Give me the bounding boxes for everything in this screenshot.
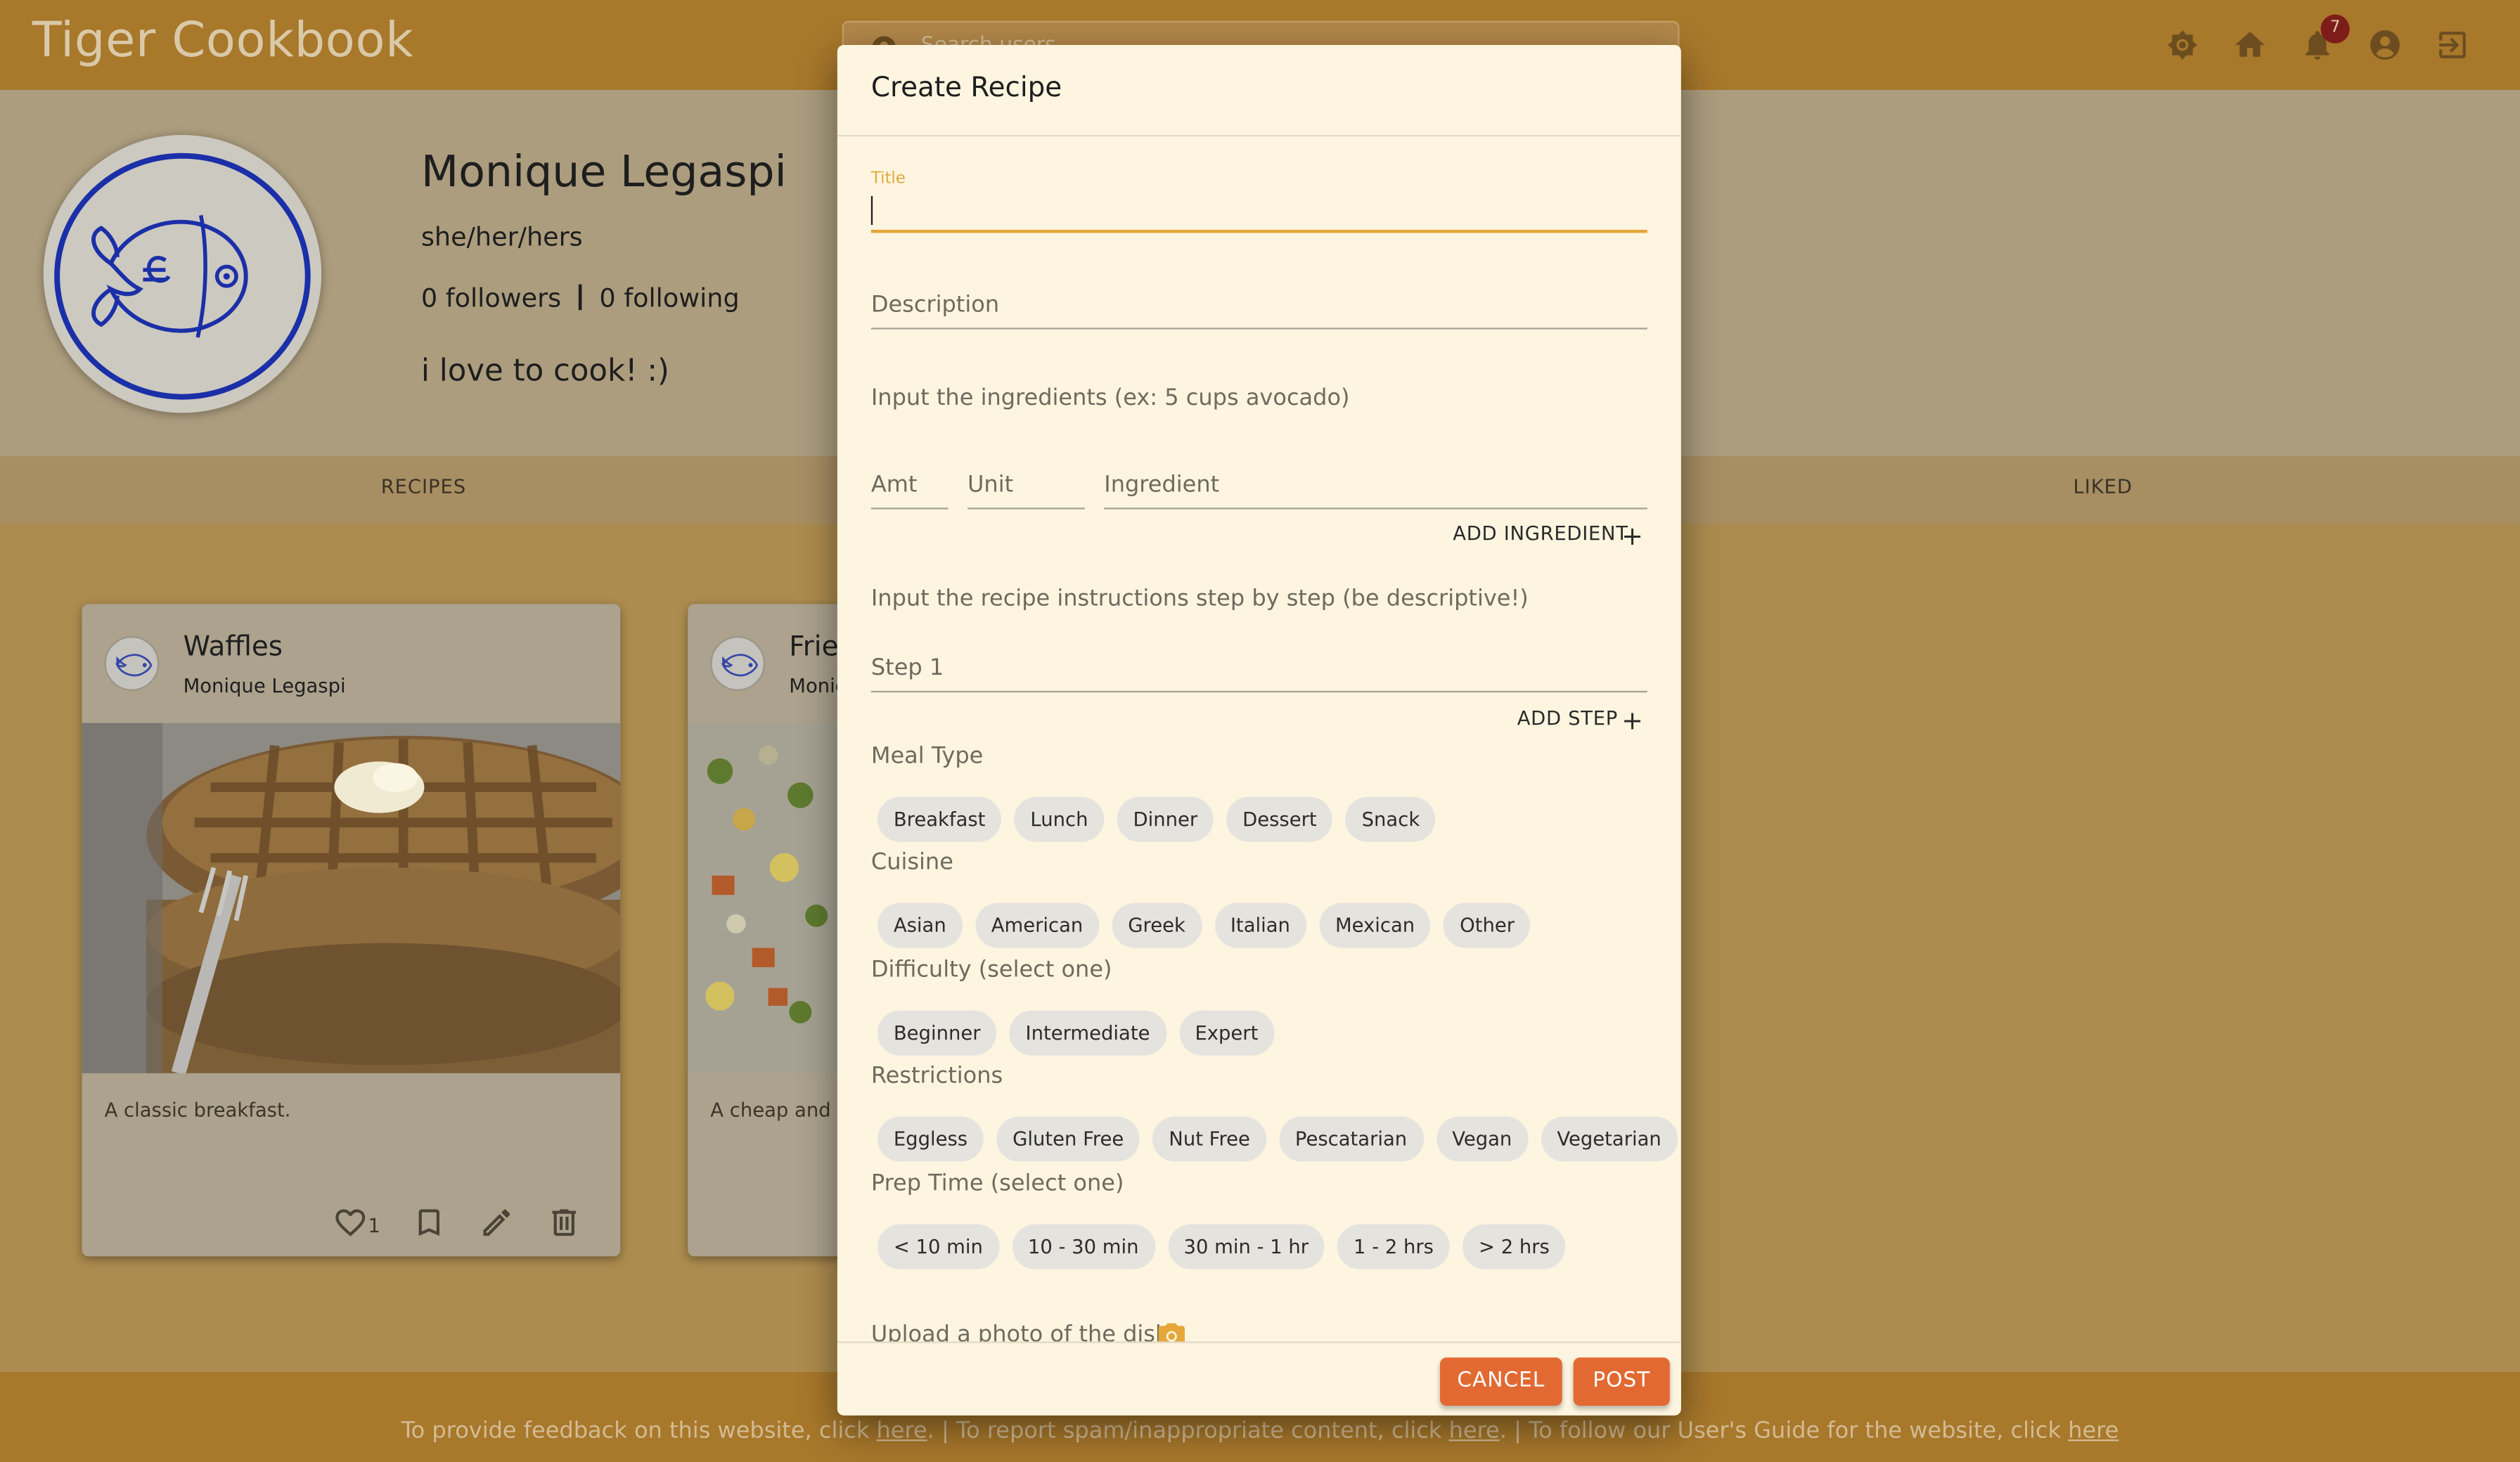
post-button[interactable]: POST [1573, 1357, 1670, 1406]
home-icon[interactable] [2232, 27, 2268, 63]
description-input[interactable]: Description [871, 292, 999, 318]
chip-1-2-hrs[interactable]: 1 - 2 hrs [1337, 1224, 1450, 1269]
bookmark-icon[interactable] [411, 1205, 446, 1240]
prep-time-label: Prep Time (select one) [870, 1171, 1124, 1197]
footer-feedback-text: To provide feedback on this website, cli… [401, 1418, 877, 1444]
footer-text: To provide feedback on this website, cli… [0, 1418, 2520, 1444]
chip-snack[interactable]: Snack [1345, 796, 1436, 842]
title-field-label: Title [870, 170, 906, 188]
chip-10-30-min[interactable]: 10 - 30 min [1012, 1224, 1155, 1269]
profile-bio: i love to cook! :) [420, 353, 669, 389]
dialog-title: Create Recipe [870, 72, 1062, 105]
cancel-button[interactable]: CANCEL [1439, 1357, 1562, 1406]
author-avatar [104, 636, 160, 691]
tab-liked[interactable]: LIKED [2074, 476, 2133, 498]
feedback-link[interactable]: here [877, 1418, 927, 1444]
step-underline [870, 690, 1647, 693]
notification-badge: 7 [2320, 14, 2350, 44]
following-count[interactable]: 0 following [599, 283, 739, 313]
recipe-card[interactable]: Waffles Monique Legaspi A classic breakf… [82, 604, 621, 1257]
app-title[interactable]: Tiger Cookbook [32, 13, 414, 69]
chip-over-2-hrs[interactable]: > 2 hrs [1462, 1224, 1566, 1269]
chip-mexican[interactable]: Mexican [1319, 903, 1432, 948]
guide-link[interactable]: here [2068, 1418, 2119, 1444]
tab-recipes[interactable]: RECIPES [381, 476, 466, 498]
waffles-image [82, 723, 621, 1073]
chip-eggless[interactable]: Eggless [877, 1116, 984, 1162]
chip-italian[interactable]: Italian [1214, 903, 1306, 948]
delete-icon[interactable] [546, 1205, 581, 1240]
like-count: 1 [368, 1214, 380, 1237]
meal-type-label: Meal Type [870, 744, 984, 770]
chip-breakfast[interactable]: Breakfast [877, 796, 1002, 842]
create-recipe-dialog: Create Recipe Title Description Input th… [837, 44, 1681, 1416]
add-step-button[interactable]: ADD STEP [1517, 707, 1618, 730]
chip-beginner[interactable]: Beginner [877, 1010, 997, 1056]
dialog-divider [837, 134, 1681, 137]
account-icon[interactable] [2367, 27, 2403, 63]
profile-pronouns: she/her/hers [420, 221, 583, 252]
cuisine-label: Cuisine [870, 850, 953, 876]
ingredient-underline [1104, 507, 1647, 510]
cuisine-chips: Asian American Greek Italian Mexican Oth… [877, 903, 1531, 948]
chip-pescatarian[interactable]: Pescatarian [1279, 1116, 1424, 1162]
theme-icon[interactable] [2165, 27, 2200, 63]
chip-american[interactable]: American [975, 903, 1100, 948]
recipe-description: A classic breakfast. [104, 1099, 291, 1122]
footer-guide-text: . | To follow our User's Guide for the w… [1499, 1418, 2069, 1444]
report-link[interactable]: here [1449, 1418, 1500, 1444]
step-input[interactable]: Step 1 [871, 656, 944, 682]
add-ingredient-plus-icon[interactable]: + [1621, 523, 1643, 549]
chip-dinner[interactable]: Dinner [1117, 796, 1214, 842]
difficulty-chips: Beginner Intermediate Expert [877, 1010, 1275, 1056]
instructions-prompt: Input the recipe instructions step by st… [870, 586, 1529, 612]
title-underline [870, 229, 1647, 233]
follow-stats: 0 followers 0 following [421, 283, 740, 313]
ingredient-input[interactable]: Ingredient [1104, 472, 1219, 498]
chip-expert[interactable]: Expert [1178, 1010, 1275, 1056]
title-input[interactable] [871, 190, 1647, 231]
profile-avatar [43, 134, 322, 413]
followers-count[interactable]: 0 followers [421, 283, 561, 313]
restriction-chips: Eggless Gluten Free Nut Free Pescatarian… [877, 1116, 1678, 1162]
chip-vegan[interactable]: Vegan [1436, 1116, 1529, 1162]
chip-intermediate[interactable]: Intermediate [1009, 1010, 1166, 1056]
chip-nut-free[interactable]: Nut Free [1152, 1116, 1266, 1162]
chip-30-min-1-hr[interactable]: 30 min - 1 hr [1167, 1224, 1325, 1269]
screen-root: Tiger Cookbook Search users 7 [0, 0, 2520, 1462]
chip-lunch[interactable]: Lunch [1014, 796, 1105, 842]
chip-gluten-free[interactable]: Gluten Free [996, 1116, 1140, 1162]
add-ingredient-button[interactable]: ADD INGREDIENT [1453, 522, 1628, 545]
like-icon[interactable] [333, 1205, 368, 1240]
amount-underline [870, 507, 949, 510]
recipe-author[interactable]: Monique Legaspi [184, 675, 346, 697]
recipe-title[interactable]: Frie [789, 631, 838, 664]
prep-time-chips: < 10 min 10 - 30 min 30 min - 1 hr 1 - 2… [877, 1224, 1566, 1269]
edit-icon[interactable] [479, 1205, 514, 1240]
recipe-description: A cheap and e [710, 1099, 849, 1122]
profile-name: Monique Legaspi [420, 148, 787, 198]
chip-asian[interactable]: Asian [877, 903, 963, 948]
logout-icon[interactable] [2435, 27, 2470, 63]
chip-dessert[interactable]: Dessert [1226, 796, 1333, 842]
unit-underline [967, 507, 1085, 510]
meal-type-chips: Breakfast Lunch Dinner Dessert Snack [877, 796, 1436, 842]
chip-other[interactable]: Other [1444, 903, 1531, 948]
chip-under-10-min[interactable]: < 10 min [877, 1224, 999, 1269]
dialog-actions: CANCEL POST [837, 1341, 1681, 1416]
follow-divider [579, 284, 581, 311]
description-underline [870, 328, 1647, 330]
author-avatar [710, 636, 765, 691]
add-step-plus-icon[interactable]: + [1621, 708, 1643, 734]
restrictions-label: Restrictions [870, 1063, 1003, 1089]
difficulty-label: Difficulty (select one) [870, 957, 1112, 983]
recipe-title[interactable]: Waffles [184, 631, 283, 664]
amount-input[interactable]: Amt [871, 472, 918, 498]
chip-vegetarian[interactable]: Vegetarian [1541, 1116, 1678, 1162]
ingredients-prompt: Input the ingredients (ex: 5 cups avocad… [870, 385, 1350, 412]
unit-input[interactable]: Unit [968, 472, 1013, 498]
footer-report-text: . | To report spam/inappropriate content… [927, 1418, 1449, 1444]
chip-greek[interactable]: Greek [1112, 903, 1202, 948]
